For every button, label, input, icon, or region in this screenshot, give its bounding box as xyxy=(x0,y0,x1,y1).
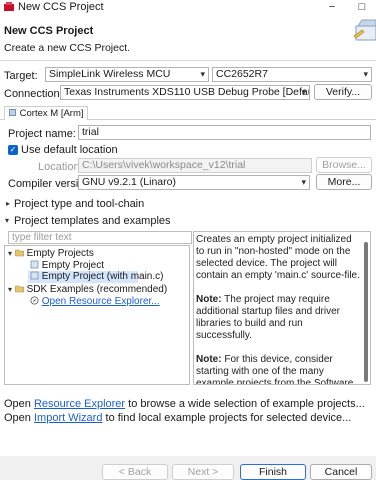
note-label: Note: xyxy=(196,294,222,305)
target-device-select[interactable]: CC2652R7 ▾ xyxy=(212,67,372,82)
cancel-button[interactable]: Cancel xyxy=(310,464,372,480)
maximize-button[interactable]: □ xyxy=(350,0,374,15)
connection-select[interactable]: Texas Instruments XDS110 USB Debug Probe… xyxy=(60,85,310,100)
wizard-header xyxy=(0,15,376,61)
minimize-button[interactable]: − xyxy=(320,0,344,15)
more-button[interactable]: More... xyxy=(316,174,372,190)
finish-button[interactable]: Finish xyxy=(240,464,306,480)
chip-icon xyxy=(9,109,16,116)
chevron-down-icon: ▾ xyxy=(301,87,306,97)
tree-item-open-resource-explorer[interactable]: Open Resource Explorer... xyxy=(30,296,160,308)
verify-button[interactable]: Verify... xyxy=(314,84,372,100)
target-family-value: SimpleLink Wireless MCU xyxy=(49,68,171,80)
footer-prefix: Open xyxy=(4,412,31,424)
footer-prefix: Open xyxy=(4,398,31,410)
section-type-toolchain[interactable]: Project type and tool-chain xyxy=(14,197,144,211)
footer-suffix: to find local example projects for selec… xyxy=(105,412,352,424)
project-icon xyxy=(30,260,39,269)
footer-suffix: to browse a wide selection of example pr… xyxy=(128,398,365,410)
target-label: Target: xyxy=(4,70,38,82)
section-templates[interactable]: Project templates and examples xyxy=(14,214,171,228)
compass-icon xyxy=(30,296,39,305)
tree-item-empty-project-main[interactable]: Empty Project (with main.c) xyxy=(28,271,163,283)
expand-icon[interactable]: ▸ xyxy=(6,199,10,208)
compiler-select[interactable]: GNU v9.2.1 (Linaro) ▾ xyxy=(78,175,310,190)
description-text: Creates an empty project initialized to … xyxy=(196,234,360,281)
connection-label: Connection: xyxy=(4,88,63,100)
target-family-select[interactable]: SimpleLink Wireless MCU ▾ xyxy=(45,67,209,82)
footer-link-line-2: Open Import Wizard to find local example… xyxy=(4,411,351,425)
window-title: New CCS Project xyxy=(18,1,104,13)
back-button[interactable]: < Back xyxy=(102,464,168,480)
ccs-app-icon xyxy=(4,2,14,11)
next-button[interactable]: Next > xyxy=(172,464,234,480)
filter-input[interactable]: type filter text xyxy=(8,231,192,244)
folder-icon xyxy=(14,285,24,293)
tree-label: Empty Project (with main.c) xyxy=(41,271,164,282)
project-name-label: Project name: xyxy=(8,128,76,140)
collapse-icon: ▾ xyxy=(8,249,13,258)
collapse-icon: ▾ xyxy=(8,285,13,294)
tree-label: SDK Examples (recommended) xyxy=(26,284,168,295)
resource-explorer-link[interactable]: Resource Explorer xyxy=(34,398,125,410)
location-input[interactable]: C:\Users\vivek\workspace_v12\trial xyxy=(78,158,312,173)
location-label: Location: xyxy=(38,161,83,173)
page-subtitle: Create a new CCS Project. xyxy=(4,42,131,54)
tab-label: Cortex M [Arm] xyxy=(19,108,84,119)
description-scrollbar[interactable] xyxy=(364,242,368,382)
folder-icon xyxy=(14,249,24,257)
tree-label: Empty Project xyxy=(41,260,105,271)
compiler-value: GNU v9.2.1 (Linaro) xyxy=(82,176,176,188)
description-note-1: Note: The project may require additional… xyxy=(196,294,361,342)
wizard-banner-icon xyxy=(353,19,376,41)
template-description: Creates an empty project initialized to … xyxy=(193,231,371,385)
note-label: Note: xyxy=(196,354,222,365)
default-location-checkbox[interactable]: ✓ xyxy=(8,145,18,155)
tree-item-sdk-examples[interactable]: ▾ SDK Examples (recommended) xyxy=(8,284,167,296)
import-wizard-link[interactable]: Import Wizard xyxy=(34,412,102,424)
chevron-down-icon: ▾ xyxy=(363,69,368,79)
default-location-label: Use default location xyxy=(21,144,118,156)
collapse-icon[interactable]: ▾ xyxy=(5,216,9,225)
page-title: New CCS Project xyxy=(4,25,94,37)
project-icon xyxy=(30,271,39,280)
browse-button[interactable]: Browse... xyxy=(316,157,372,173)
open-resource-explorer-link[interactable]: Open Resource Explorer... xyxy=(42,296,160,307)
project-name-input[interactable]: trial xyxy=(78,125,371,140)
tree-item-empty-projects[interactable]: ▾ Empty Projects xyxy=(8,248,94,260)
target-device-value: CC2652R7 xyxy=(216,68,268,80)
chevron-down-icon: ▾ xyxy=(200,69,205,79)
description-note-2: Note: For this device, consider starting… xyxy=(196,354,361,384)
chevron-down-icon: ▾ xyxy=(301,177,306,187)
tree-label: Empty Projects xyxy=(26,248,94,259)
connection-value: Texas Instruments XDS110 USB Debug Probe… xyxy=(64,86,310,98)
tab-cortex-m[interactable]: Cortex M [Arm] xyxy=(4,106,88,120)
footer-link-line-1: Open Resource Explorer to browse a wide … xyxy=(4,397,365,411)
